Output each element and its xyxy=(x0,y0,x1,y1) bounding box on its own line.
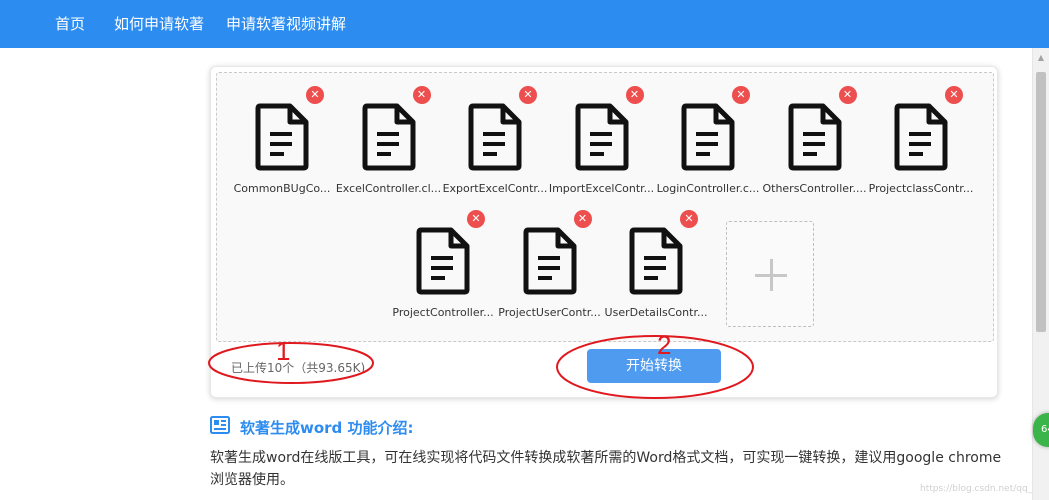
annotation-label-2: 2 xyxy=(657,330,672,360)
annotation-overlay xyxy=(208,335,754,399)
newspaper-icon xyxy=(210,416,230,434)
annotation-ellipse-2 xyxy=(556,335,754,399)
scroll-up-arrow[interactable]: ▲ xyxy=(1033,50,1049,66)
scroll-thumb[interactable] xyxy=(1036,72,1046,332)
section-description: 软著生成word在线版工具，可在线实现将代码文件转换成软著所需的Word格式文档… xyxy=(210,450,1002,488)
annotation-label-1: 1 xyxy=(276,336,291,366)
section-title: 软著生成word 功能介绍: xyxy=(240,419,414,437)
watermark: https://blog.csdn.net/qq_21... xyxy=(920,484,1049,494)
annotation-ellipse-1 xyxy=(208,342,374,384)
